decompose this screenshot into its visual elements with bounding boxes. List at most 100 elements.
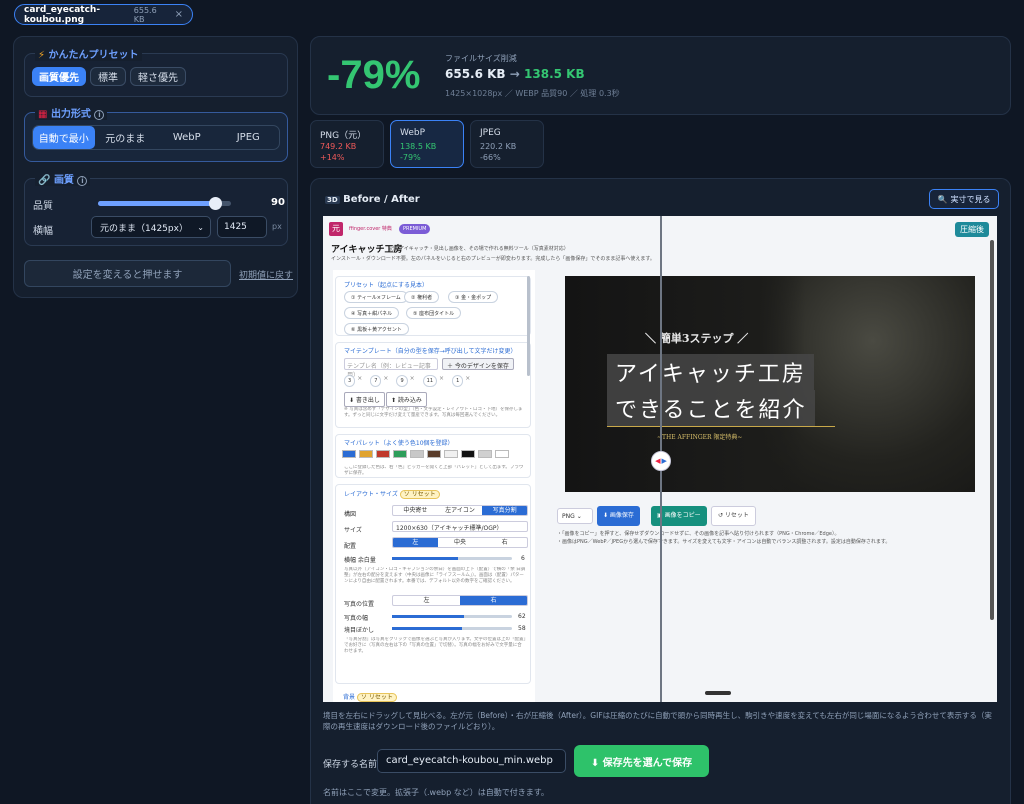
photo-width-value: 62 bbox=[518, 613, 526, 620]
preset-standard-button[interactable]: 標準 bbox=[90, 67, 126, 86]
layout-reset-tag[interactable]: ソ リセット bbox=[399, 490, 440, 499]
photo-position-segmented: 左 右 bbox=[392, 595, 528, 606]
preset-chip[interactable]: ① ティール×フレーム bbox=[344, 291, 408, 303]
template-delete-icon[interactable]: × bbox=[439, 375, 444, 387]
template-number[interactable]: 9 bbox=[396, 375, 408, 387]
photo-position-option[interactable]: 右 bbox=[460, 596, 527, 605]
preview-reset-button[interactable]: ↺ リセット bbox=[711, 506, 756, 526]
card-name: JPEG bbox=[480, 128, 501, 138]
compare-handle[interactable]: ◀ ▶ bbox=[651, 451, 671, 471]
output-icon: ▦ bbox=[38, 109, 48, 120]
size-select[interactable]: 1200×630（アイキャッチ標準/OGP） bbox=[392, 521, 528, 532]
format-card-jpeg[interactable]: JPEG 220.2 KB -66% bbox=[470, 120, 544, 168]
border-slider[interactable] bbox=[392, 627, 512, 630]
reset-link[interactable]: 初期値に戻す bbox=[239, 268, 293, 281]
form-option[interactable]: 中央寄せ bbox=[393, 506, 438, 515]
info-icon[interactable]: i bbox=[94, 110, 105, 120]
template-name-input[interactable]: テンプレ名（例：レビュー記事用） bbox=[344, 358, 438, 379]
template-delete-icon[interactable]: × bbox=[465, 375, 470, 387]
position-option[interactable]: 右 bbox=[482, 538, 527, 547]
palette-swatch[interactable] bbox=[393, 450, 407, 458]
save-to-button[interactable]: ⬇ 保存先を選んで保存 bbox=[574, 745, 709, 777]
apply-button[interactable]: 設定を変えると押せます bbox=[24, 260, 231, 287]
palette-swatch[interactable] bbox=[376, 450, 390, 458]
form-label: 構図 bbox=[344, 511, 357, 518]
template-export-button[interactable]: ⬇ 書き出し bbox=[344, 392, 385, 407]
preset-light-button[interactable]: 軽さ優先 bbox=[130, 67, 186, 86]
preset-chip[interactable]: ② 権利者 bbox=[404, 291, 440, 303]
palette-swatch[interactable] bbox=[359, 450, 373, 458]
palette-swatch[interactable] bbox=[410, 450, 424, 458]
template-delete-icon[interactable]: × bbox=[410, 375, 415, 387]
palette-swatch[interactable] bbox=[444, 450, 458, 458]
palette-swatches bbox=[342, 450, 509, 458]
format-auto-button[interactable]: 自動で最小 bbox=[33, 126, 95, 149]
form-option[interactable]: 写真分割 bbox=[482, 506, 527, 515]
card-subtitle: ~THE AFFINGER 限定特典~ bbox=[657, 434, 743, 441]
arrow-right-icon: ▶ bbox=[661, 457, 667, 465]
palette-swatch[interactable] bbox=[461, 450, 475, 458]
after-badge: 圧縮後 bbox=[955, 222, 989, 237]
position-option[interactable]: 中央 bbox=[438, 538, 483, 547]
card-size: 220.2 KB bbox=[480, 142, 517, 151]
preset-chip[interactable]: ⑥ 黒板＋黄アクセント bbox=[344, 323, 409, 335]
photo-width-slider[interactable] bbox=[392, 615, 512, 618]
quality-section: 🔗 画質 i 品質 90 横幅 元のまま（1425px） ⌄ 1425 px bbox=[24, 171, 288, 246]
template-save-button[interactable]: ＋ 今のデザインを保存 bbox=[442, 358, 514, 370]
template-number[interactable]: 11 bbox=[422, 375, 438, 387]
preset-quality-button[interactable]: 画質優先 bbox=[32, 67, 86, 86]
card-diff: -79% bbox=[400, 153, 421, 162]
card-diff: +14% bbox=[320, 153, 345, 162]
format-jpeg-button[interactable]: JPEG bbox=[218, 126, 280, 149]
card-title-2: できることを紹介 bbox=[607, 390, 815, 426]
app-scrollbar[interactable] bbox=[527, 276, 530, 376]
info-icon[interactable]: i bbox=[77, 176, 88, 186]
format-select[interactable]: PNG ⌄ bbox=[557, 508, 593, 524]
template-note: ※ 写真は含めず「デザインの型」（色・文字設定・レイアウト・ロゴ・下地）を保存し… bbox=[344, 407, 523, 418]
3d-icon: 3D bbox=[325, 196, 340, 204]
preset-chip[interactable]: ③ 金・金ポップ bbox=[448, 291, 499, 303]
form-option[interactable]: 左アイコン bbox=[438, 506, 483, 515]
form-segmented: 中央寄せ 左アイコン 写真分割 bbox=[392, 505, 528, 516]
template-delete-icon[interactable]: × bbox=[383, 375, 388, 387]
palette-swatch[interactable] bbox=[342, 450, 356, 458]
format-card-png[interactable]: PNG（元） 749.2 KB +14% bbox=[310, 120, 384, 168]
quality-slider[interactable] bbox=[98, 197, 231, 210]
ratio-slider[interactable] bbox=[392, 557, 512, 560]
template-number[interactable]: 7 bbox=[370, 375, 382, 387]
compare-viewer[interactable]: 元 ffinger.cover 特典 PREMIUM アイキャッチ工房 記事アイ… bbox=[323, 216, 997, 702]
settings-panel: ⚡ かんたんプリセット 画質優先 標準 軽さ優先 ▦ 出力形式 i 自動で最小 … bbox=[13, 36, 298, 298]
bg-reset-tag[interactable]: ソ リセット bbox=[356, 693, 397, 702]
close-icon[interactable]: × bbox=[175, 9, 183, 20]
ratio-label: 横幅 余白量 bbox=[344, 557, 376, 564]
palette-swatch[interactable] bbox=[478, 450, 492, 458]
width-select[interactable]: 元のまま（1425px） ⌄ bbox=[91, 216, 211, 238]
file-tab-size: 655.6 KB bbox=[133, 5, 157, 24]
template-number[interactable]: 3 bbox=[344, 375, 356, 387]
filename-input[interactable]: card_eyecatch-koubou_min.webp bbox=[377, 749, 566, 773]
border-value: 58 bbox=[518, 625, 526, 632]
template-number[interactable]: 1 bbox=[452, 375, 464, 387]
palette-swatch[interactable] bbox=[495, 450, 509, 458]
template-import-button[interactable]: ⬆ 読み込み bbox=[386, 392, 427, 407]
format-card-webp[interactable]: WebP 138.5 KB -79% bbox=[390, 120, 464, 168]
template-delete-icon[interactable]: × bbox=[357, 375, 362, 387]
photo-position-option[interactable]: 左 bbox=[393, 596, 460, 605]
preset-chip[interactable]: ④ 写真＋紺パネル bbox=[344, 307, 400, 319]
real-size-button[interactable]: 🔍 実寸で見る bbox=[929, 189, 999, 209]
slider-knob[interactable] bbox=[209, 197, 223, 210]
file-tab[interactable]: card_eyecatch-koubou.png 655.6 KB × bbox=[14, 4, 193, 25]
palette-swatch[interactable] bbox=[427, 450, 441, 458]
format-original-button[interactable]: 元のまま bbox=[95, 126, 157, 149]
position-option[interactable]: 左 bbox=[393, 538, 438, 547]
arrow-left-icon: ◀ bbox=[655, 457, 661, 465]
preview-scrollbar[interactable] bbox=[990, 240, 994, 620]
image-save-button[interactable]: ⬇ 画像保存 bbox=[597, 506, 640, 526]
preview-card: ＼ 簡単3ステップ ／ アイキャッチ工房 できることを紹介 ~THE AFFIN… bbox=[565, 276, 975, 492]
card-name: PNG（元） bbox=[320, 131, 367, 141]
bottom-handle[interactable] bbox=[705, 691, 731, 695]
format-webp-button[interactable]: WebP bbox=[156, 126, 218, 149]
width-input[interactable]: 1425 bbox=[217, 216, 267, 238]
photo-position-label: 写真の位置 bbox=[344, 601, 375, 608]
preset-chip[interactable]: ⑤ 座布団タイトル bbox=[406, 307, 462, 319]
